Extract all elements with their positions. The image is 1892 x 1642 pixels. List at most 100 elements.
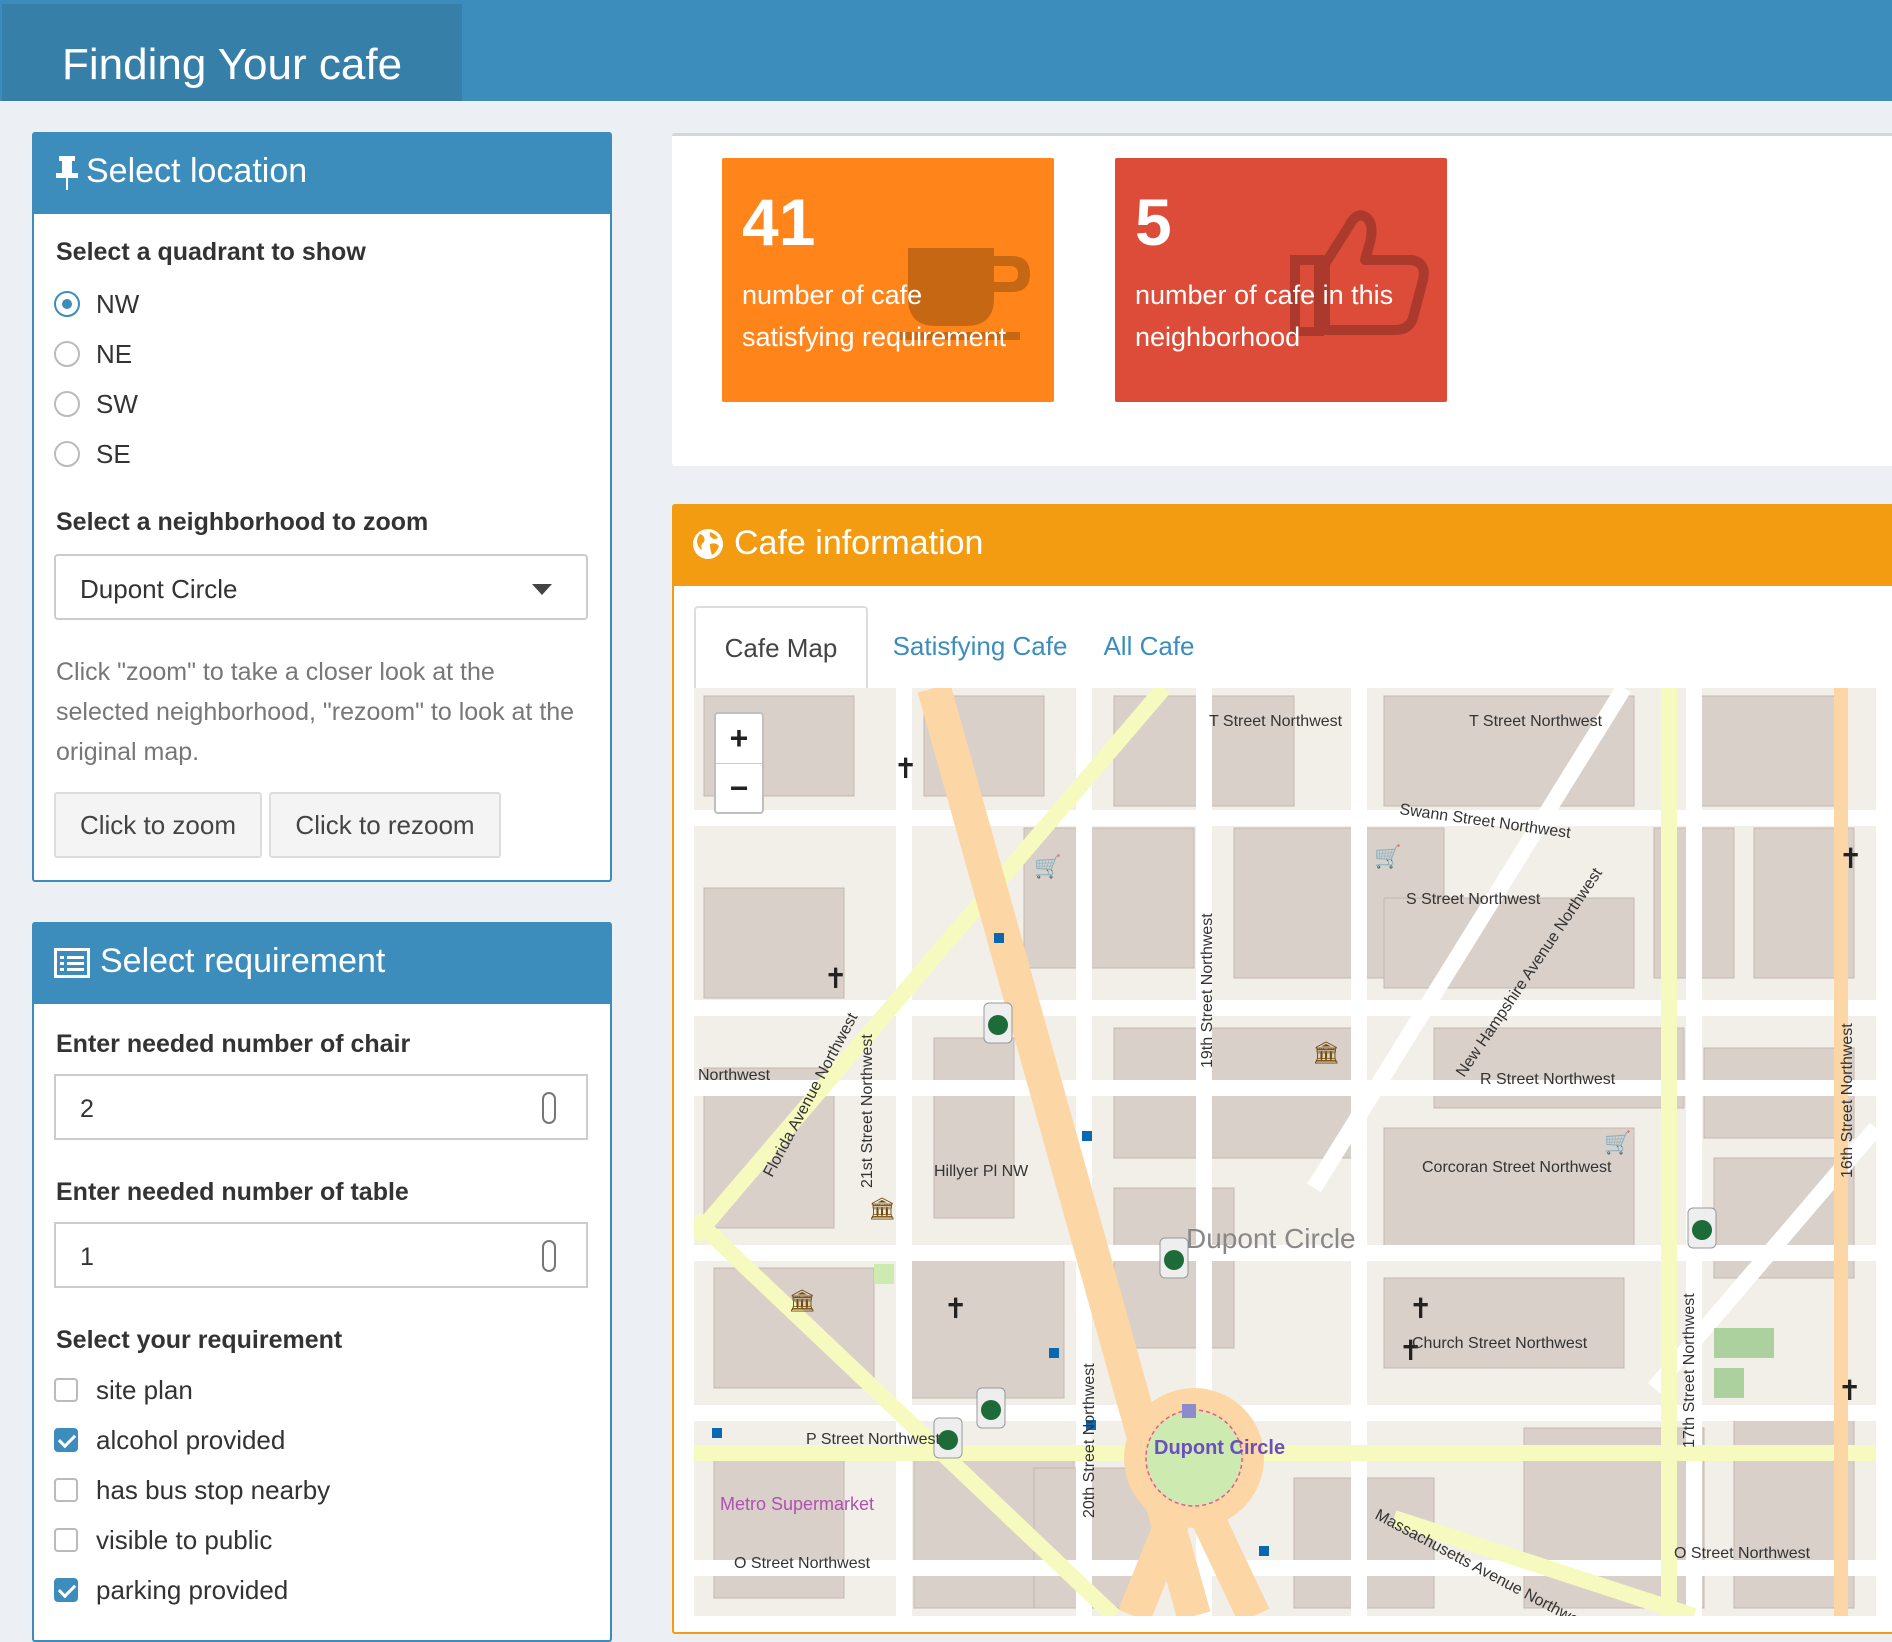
checkbox[interactable] <box>54 1428 78 1452</box>
map-street-label: Hillyer Pl NW <box>934 1163 1029 1180</box>
select-requirement-box: Select requirement Enter needed number o… <box>32 922 612 1642</box>
pushpin-icon <box>56 156 78 190</box>
radio-se[interactable]: SE <box>54 436 131 472</box>
museum-icon: 🏛 <box>1312 1040 1340 1065</box>
map-street-label: 21st Street Northwest <box>859 1034 876 1188</box>
neighborhood-label: Select a neighborhood to zoom <box>56 508 429 536</box>
number-spinner-icon[interactable] <box>542 1240 556 1272</box>
app-title: Finding Your cafe <box>62 40 403 89</box>
checkbox-label: alcohol provided <box>96 1424 286 1455</box>
zoom-help-text: Click "zoom" to take a closer look at th… <box>56 658 575 766</box>
radio-button[interactable] <box>54 341 80 367</box>
neighborhood-description: number of cafe in this neighborhood <box>1135 280 1394 352</box>
checkbox-label: has bus stop nearby <box>96 1474 331 1505</box>
cafe-marker-icon[interactable] <box>1159 1237 1189 1279</box>
select-requirement-title: Select requirement <box>100 942 386 980</box>
tab-cafe-map[interactable]: Cafe Map <box>694 606 868 688</box>
table-number-value: 1 <box>80 1243 94 1271</box>
radio-button[interactable] <box>54 441 80 467</box>
church-icon: ✝ <box>894 753 917 784</box>
tab-all-cafe[interactable]: All Cafe <box>1094 606 1204 686</box>
map-street-label: Dupont Circle <box>1154 1437 1285 1459</box>
table-number-input[interactable]: 1 <box>54 1222 588 1288</box>
chevron-down-icon <box>532 584 552 595</box>
app-logo[interactable]: Finding Your cafe <box>2 4 462 101</box>
zoom-in-button[interactable]: + <box>716 714 762 764</box>
map-street-label: Corcoran Street Northwest <box>1422 1159 1612 1176</box>
cafe-marker-icon[interactable] <box>1687 1207 1717 1249</box>
select-requirement-header: Select requirement <box>34 922 610 1004</box>
church-icon: ✝ <box>944 1293 967 1324</box>
rezoom-button[interactable]: Click to rezoom <box>269 792 501 858</box>
radio-nw[interactable]: NW <box>54 286 139 322</box>
radio-label: NE <box>96 338 133 369</box>
checkbox-parking-provided[interactable]: parking provided <box>54 1572 288 1608</box>
museum-icon: 🏛 <box>788 1288 816 1313</box>
radio-ne[interactable]: NE <box>54 336 132 372</box>
checkbox[interactable] <box>54 1578 78 1602</box>
radio-button[interactable] <box>54 391 80 417</box>
map-street-label: Metro Supermarket <box>720 1494 874 1514</box>
radio-button[interactable] <box>54 291 80 317</box>
street-map[interactable]: ✝ ✝ ✝ ✝ ✝ ✝ ✝ 🛒 🛒 🛒 🏛 🏛 🏛 T Street North… <box>694 688 1876 1616</box>
map-street-label: O Street Northwest <box>1674 1545 1811 1562</box>
value-box-neighborhood: 5 number of cafe in this neighborhood <box>1115 158 1447 402</box>
zoom-out-button[interactable]: − <box>716 764 762 813</box>
quadrant-label: Select a quadrant to show <box>56 238 366 266</box>
map-street-label: R Street Northwest <box>1480 1071 1616 1088</box>
radio-label: SW <box>96 388 138 419</box>
checkbox-visible-to-public[interactable]: visible to public <box>54 1522 272 1558</box>
select-location-box: Select location Select a quadrant to sho… <box>32 132 612 882</box>
map-zoom-control: + − <box>714 712 764 814</box>
cafe-marker-icon[interactable] <box>976 1387 1006 1429</box>
app-header: Finding Your cafe <box>0 0 1892 101</box>
checkbox-label: site plan <box>96 1374 193 1405</box>
neighborhood-select[interactable]: Dupont Circle <box>54 554 588 620</box>
map-street-label: S Street Northwest <box>1406 891 1541 908</box>
checkbox[interactable] <box>54 1478 78 1502</box>
church-icon: ✝ <box>1839 843 1862 874</box>
church-icon: ✝ <box>1838 1375 1861 1406</box>
cafe-information-header: Cafe information <box>674 504 1892 586</box>
cafe-information-title: Cafe information <box>734 524 984 562</box>
table-label: Enter needed number of table <box>56 1178 409 1206</box>
checkbox-site-plan[interactable]: site plan <box>54 1372 193 1408</box>
satisfying-description: number of cafe satisfying requirement <box>742 280 1007 352</box>
satisfying-count: 41 <box>742 185 816 259</box>
checkbox-alcohol-provided[interactable]: alcohol provided <box>54 1422 285 1458</box>
tab-satisfying-cafe[interactable]: Satisfying Cafe <box>880 606 1080 686</box>
zoom-button[interactable]: Click to zoom <box>54 792 262 858</box>
map-street-label: O Street Northwest <box>734 1555 871 1572</box>
church-icon: ✝ <box>1409 1293 1432 1324</box>
radio-label: NW <box>96 288 140 319</box>
requirement-label: Select your requirement <box>56 1326 343 1354</box>
map-street-label: P Street Northwest <box>806 1431 941 1448</box>
select-location-header: Select location <box>34 132 610 214</box>
chair-number-input[interactable]: 2 <box>54 1074 588 1140</box>
checkbox[interactable] <box>54 1528 78 1552</box>
checkbox-bus-stop[interactable]: has bus stop nearby <box>54 1472 330 1508</box>
church-icon: ✝ <box>824 963 847 994</box>
radio-sw[interactable]: SW <box>54 386 138 422</box>
map-street-label: 17th Street Northwest <box>1681 1293 1698 1448</box>
number-spinner-icon[interactable] <box>542 1092 556 1124</box>
map-street-label: Church Street Northwest <box>1412 1335 1588 1352</box>
checkbox[interactable] <box>54 1378 78 1402</box>
shopping-cart-icon: 🛒 <box>1604 1130 1631 1155</box>
chair-label: Enter needed number of chair <box>56 1030 411 1058</box>
radio-label: SE <box>96 438 131 469</box>
globe-icon <box>693 529 723 559</box>
list-alt-icon <box>54 948 90 978</box>
checkbox-label: parking provided <box>96 1574 289 1605</box>
neighborhood-count: 5 <box>1135 185 1172 259</box>
cafe-marker-icon[interactable] <box>983 1002 1013 1044</box>
shopping-cart-icon: 🛒 <box>1374 844 1401 869</box>
shopping-cart-icon: 🛒 <box>1034 854 1061 879</box>
cafe-map[interactable]: ✝ ✝ ✝ ✝ ✝ ✝ ✝ 🛒 🛒 🛒 🏛 🏛 🏛 T Street North… <box>694 688 1876 1616</box>
value-box-satisfying: 41 number of cafe satisfying requirement <box>722 158 1054 402</box>
museum-icon: 🏛 <box>868 1196 896 1221</box>
map-street-label: Northwest <box>698 1067 771 1084</box>
map-street-label: 16th Street Northwest <box>1839 1023 1856 1178</box>
map-street-label: T Street Northwest <box>1209 713 1343 730</box>
select-location-title: Select location <box>86 152 308 190</box>
